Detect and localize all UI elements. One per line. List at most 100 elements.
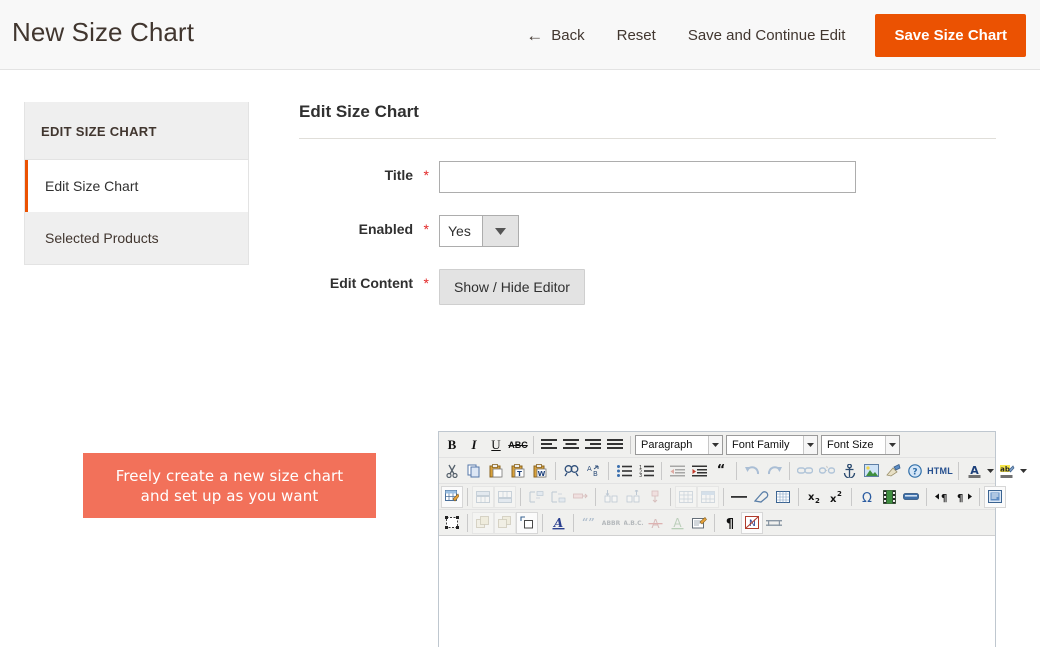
align-center-icon[interactable] [560, 434, 582, 456]
insert-layer-icon[interactable] [441, 512, 463, 534]
toolbar-separator [958, 461, 959, 480]
paste-from-word-icon[interactable]: W [529, 460, 551, 482]
title-input[interactable] [439, 161, 856, 193]
ltr-icon[interactable]: ¶ [931, 486, 953, 508]
cleanup-icon[interactable] [882, 460, 904, 482]
delete-column-icon[interactable] [600, 486, 622, 508]
rtl-icon[interactable]: ¶ [953, 486, 975, 508]
subscript-icon[interactable]: x2 [803, 486, 825, 508]
section-title: Edit Size Chart [299, 102, 996, 139]
save-and-continue-button[interactable]: Save and Continue Edit [672, 19, 862, 52]
font-size-select-value: Font Size [827, 438, 874, 451]
sidebar-item-selected-products[interactable]: Selected Products [25, 212, 248, 264]
background-color-icon[interactable]: ab [996, 460, 1018, 482]
editor-toolbar-row-1: B I U ABC Paragraph Font Family Font Siz… [439, 432, 995, 458]
find-icon[interactable] [560, 460, 582, 482]
toolbar-separator [789, 461, 790, 480]
visual-aid-icon[interactable] [772, 486, 794, 508]
split-cell-icon[interactable] [622, 486, 644, 508]
insert-image-icon[interactable] [860, 460, 882, 482]
indent-icon[interactable] [688, 460, 710, 482]
numbered-list-icon[interactable]: 123 [635, 460, 657, 482]
font-family-select[interactable]: Font Family [726, 434, 818, 455]
cut-icon[interactable] [441, 460, 463, 482]
align-justify-icon[interactable] [604, 434, 626, 456]
find-and-replace-icon[interactable]: AB [582, 460, 604, 482]
font-size-select[interactable]: Font Size [821, 434, 900, 455]
move-forward-icon[interactable] [472, 511, 494, 534]
undo-icon[interactable] [741, 460, 763, 482]
bullet-list-icon[interactable] [613, 460, 635, 482]
editor-content-area[interactable] [439, 536, 995, 647]
format-select[interactable]: Paragraph [635, 434, 723, 455]
underline-icon[interactable]: U [485, 434, 507, 456]
field-label-edit-content: Edit Content [329, 275, 414, 291]
paste-as-text-icon[interactable]: T [507, 460, 529, 482]
citation-icon[interactable]: “” [578, 512, 600, 534]
sidebar-title: EDIT SIZE CHART [25, 102, 248, 160]
non-breaking-space-icon[interactable]: N [741, 511, 763, 534]
insert-text-icon[interactable]: A [666, 512, 688, 534]
insert-date-icon[interactable] [900, 486, 922, 508]
redo-icon[interactable] [763, 460, 785, 482]
help-icon[interactable]: ? [904, 460, 926, 482]
chevron-down-icon[interactable] [482, 216, 518, 246]
delete-row-icon[interactable] [525, 486, 547, 508]
insert-media-icon[interactable] [878, 486, 900, 508]
enabled-select[interactable]: Yes [439, 215, 519, 247]
bold-icon[interactable]: B [441, 434, 463, 456]
attributes-icon[interactable] [688, 512, 710, 534]
page-title: New Size Chart [12, 17, 195, 47]
insert-row-before-icon[interactable] [472, 485, 494, 508]
toolbar-separator [736, 461, 737, 480]
font-family-select-value: Font Family [732, 438, 790, 451]
remove-format-icon[interactable] [750, 486, 772, 508]
toolbar-separator [533, 435, 534, 454]
character-map-icon[interactable]: Ω [856, 486, 878, 508]
move-backward-icon[interactable] [494, 511, 516, 534]
anchor-icon[interactable] [838, 460, 860, 482]
italic-icon[interactable]: I [463, 434, 485, 456]
callout-line-1: Freely create a new size chart [115, 466, 344, 485]
field-label-enabled: Enabled [358, 221, 414, 237]
html-source-icon[interactable]: HTML [926, 460, 954, 482]
absolute-position-icon[interactable] [516, 511, 538, 534]
background-color-chevron-down-icon[interactable] [1018, 460, 1029, 482]
page-break-icon[interactable] [763, 512, 785, 534]
horizontal-rule-icon[interactable] [728, 486, 750, 508]
show-invisible-chars-icon[interactable]: ¶ [719, 512, 741, 534]
save-size-chart-button[interactable]: Save Size Chart [875, 13, 1026, 57]
paste-icon[interactable] [485, 460, 507, 482]
text-color-icon[interactable]: A [963, 460, 985, 482]
acronym-icon[interactable]: A.B.C. [622, 512, 644, 534]
table-cell-props-icon[interactable] [697, 485, 719, 508]
unlink-icon[interactable] [816, 460, 838, 482]
show-hide-editor-button[interactable]: Show / Hide Editor [439, 269, 585, 305]
insert-column-after-icon[interactable] [569, 486, 591, 508]
strikethrough-icon[interactable]: ABC [507, 434, 529, 456]
insert-row-after-icon[interactable] [494, 485, 516, 508]
text-color-chevron-down-icon[interactable] [985, 460, 996, 482]
superscript-icon[interactable]: x2 [825, 486, 847, 508]
toolbar-separator [661, 461, 662, 480]
blockquote-icon[interactable]: “ [710, 460, 732, 482]
insert-link-icon[interactable] [794, 460, 816, 482]
required-asterisk: * [423, 221, 429, 237]
field-row-enabled: Enabled * Yes [299, 215, 996, 247]
delete-text-icon[interactable]: A [644, 512, 666, 534]
insert-column-before-icon[interactable] [547, 486, 569, 508]
merge-cells-icon[interactable] [644, 486, 666, 508]
reset-button[interactable]: Reset [601, 19, 672, 52]
outdent-icon[interactable] [666, 460, 688, 482]
copy-icon[interactable] [463, 460, 485, 482]
align-right-icon[interactable] [582, 434, 604, 456]
align-left-icon[interactable] [538, 434, 560, 456]
sidebar-item-edit-size-chart[interactable]: Edit Size Chart [25, 160, 248, 212]
table-row-props-icon[interactable] [675, 485, 697, 508]
abbreviation-icon[interactable]: ABBR [600, 512, 622, 534]
edit-table-icon[interactable] [441, 485, 463, 508]
style-props-icon[interactable]: A [547, 512, 569, 534]
back-button[interactable]: ← Back [516, 19, 600, 52]
fullscreen-icon[interactable] [984, 485, 1006, 508]
callout-banner: Freely create a new size chart and set u… [83, 453, 376, 518]
